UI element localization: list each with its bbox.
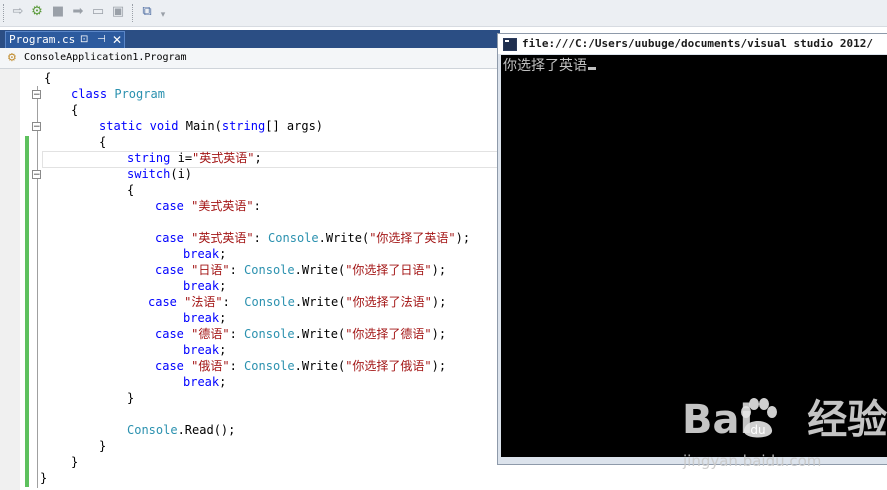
current-line-highlight: [42, 151, 500, 168]
toolbox-icon[interactable]: ⧉: [139, 4, 155, 20]
code-editor[interactable]: − − − { class Program { static void Main…: [0, 69, 500, 490]
toolbar-separator: [132, 4, 134, 22]
lock-icon: ⊡: [80, 34, 89, 45]
step-forward-icon[interactable]: ⇨: [10, 4, 26, 20]
debug-toolbar: ⇨ ⚙ ■ ➡ ▭ ▣ ⧉ ▾: [0, 0, 887, 27]
code-line: break;: [183, 279, 227, 293]
code-line: }: [40, 471, 48, 485]
code-line: }: [127, 391, 135, 405]
console-title-bar[interactable]: file:///C:/Users/uubuge/documents/visual…: [498, 34, 887, 54]
code-line: static void Main(string[] args): [99, 119, 324, 133]
toolbar-grip[interactable]: [3, 4, 5, 22]
stop-icon[interactable]: ■: [50, 4, 66, 20]
attach-process-icon[interactable]: ⚙: [29, 4, 45, 20]
code-line: case "法语": Console.Write("你选择了法语");: [148, 295, 447, 309]
code-line: Console.Read();: [127, 423, 236, 437]
code-line: break;: [183, 247, 227, 261]
tab-label: Program.cs: [9, 33, 76, 46]
text-cursor: [588, 67, 596, 70]
collapse-toggle-switch[interactable]: −: [32, 170, 41, 180]
code-line: }: [99, 439, 107, 453]
code-line: {: [99, 135, 107, 149]
code-line: }: [71, 455, 79, 469]
console-output: 你选择了英语: [503, 57, 596, 75]
pin-icon[interactable]: ⊣: [97, 32, 106, 48]
change-tracking-bar: [25, 136, 29, 487]
code-line: case "美式英语":: [155, 199, 261, 213]
overflow-chevron-icon[interactable]: ▾: [158, 7, 168, 23]
code-line: break;: [183, 375, 227, 389]
paw-icon: du: [741, 398, 777, 438]
code-line: string i="英式英语";: [127, 151, 262, 165]
class-icon: ⚙: [7, 51, 17, 64]
nav-class-label: ConsoleApplication1.Program: [24, 52, 187, 63]
collapse-toggle-class[interactable]: −: [32, 90, 41, 100]
tab-program-cs[interactable]: Program.cs ⊡ ⊣ ✕: [5, 31, 125, 49]
svg-text:du: du: [750, 423, 765, 437]
code-line: {: [44, 71, 52, 85]
outline-guide: [37, 86, 38, 488]
collapse-toggle-main[interactable]: −: [32, 122, 41, 132]
code-line: case "英式英语": Console.Write("你选择了英语");: [155, 231, 471, 245]
editor-margin: [0, 69, 20, 490]
code-line: case "德语": Console.Write("你选择了德语");: [155, 327, 447, 341]
code-line: {: [71, 103, 79, 117]
code-line: class Program: [71, 87, 165, 101]
code-line: {: [127, 183, 135, 197]
type-navigation-dropdown[interactable]: ⚙ ConsoleApplication1.Program: [0, 48, 500, 69]
watermark-url: jingyan.baidu.com: [683, 452, 822, 470]
code-line: break;: [183, 343, 227, 357]
console-window-icon[interactable]: [503, 38, 517, 51]
code-line: case "日语": Console.Write("你选择了日语");: [155, 263, 447, 277]
disabled-icon-2[interactable]: ▣: [110, 4, 126, 20]
code-line: case "俄语": Console.Write("你选择了俄语");: [155, 359, 447, 373]
code-line: break;: [183, 311, 227, 325]
step-over-icon[interactable]: ➡: [70, 4, 86, 20]
console-title: file:///C:/Users/uubuge/documents/visual…: [522, 37, 873, 50]
disabled-icon[interactable]: ▭: [90, 4, 106, 20]
close-icon[interactable]: ✕: [112, 32, 122, 48]
code-line: switch(i): [127, 167, 193, 181]
